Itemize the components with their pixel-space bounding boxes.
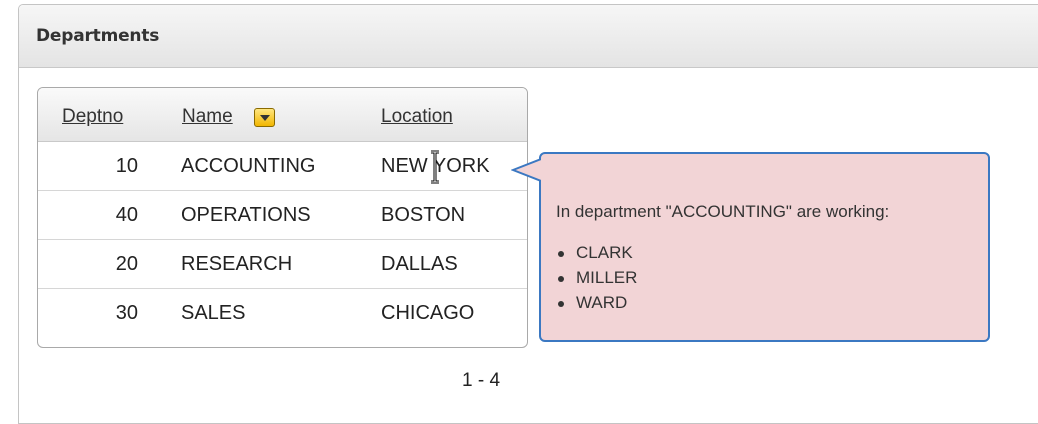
table-row: 10 ACCOUNTING NEW YORK — [38, 142, 527, 191]
region-title: Departments — [36, 26, 160, 46]
employee-name: MILLER — [576, 268, 638, 287]
employee-name: CLARK — [576, 243, 633, 262]
cell-name: ACCOUNTING — [181, 155, 316, 177]
tooltip-pointer — [511, 158, 541, 182]
chevron-down-icon[interactable] — [254, 108, 275, 127]
employee-tooltip: In department "ACCOUNTING" are working: … — [539, 152, 990, 342]
cell-location: CHICAGO — [381, 302, 475, 324]
list-item: MILLER — [541, 268, 637, 293]
cell-name: SALES — [181, 302, 246, 324]
cell-location: NEW YORK — [381, 155, 490, 177]
list-item: WARD — [541, 293, 637, 318]
cell-name: RESEARCH — [181, 253, 293, 275]
cell-deptno: 30 — [115, 302, 138, 324]
column-header-deptno[interactable]: Deptno — [62, 106, 123, 128]
bullet-icon — [558, 251, 564, 257]
list-item: CLARK — [541, 243, 637, 268]
employee-name: WARD — [576, 293, 628, 312]
region-header: Departments — [19, 5, 1038, 68]
tooltip-title: In department "ACCOUNTING" are working: — [556, 202, 890, 221]
column-header-location[interactable]: Location — [381, 106, 453, 128]
column-header-name[interactable]: Name — [182, 106, 233, 128]
table-row: 30 SALES CHICAGO — [38, 289, 527, 337]
cell-deptno: 20 — [115, 253, 138, 275]
departments-report: Deptno Name Location 10 ACCOUNTING NEW Y… — [37, 87, 528, 348]
cell-deptno: 10 — [115, 155, 138, 177]
bullet-icon — [558, 301, 564, 307]
employee-list: CLARK MILLER WARD — [541, 243, 637, 318]
table-row: 40 OPERATIONS BOSTON — [38, 191, 527, 240]
cell-location: DALLAS — [381, 253, 458, 275]
pagination: 1 - 4 — [462, 370, 501, 391]
bullet-icon — [558, 276, 564, 282]
cell-name: OPERATIONS — [181, 204, 311, 226]
cell-location: BOSTON — [381, 204, 466, 226]
table-row: 20 RESEARCH DALLAS — [38, 240, 527, 289]
report-header-row: Deptno Name Location — [38, 88, 527, 142]
cell-deptno: 40 — [115, 204, 138, 226]
